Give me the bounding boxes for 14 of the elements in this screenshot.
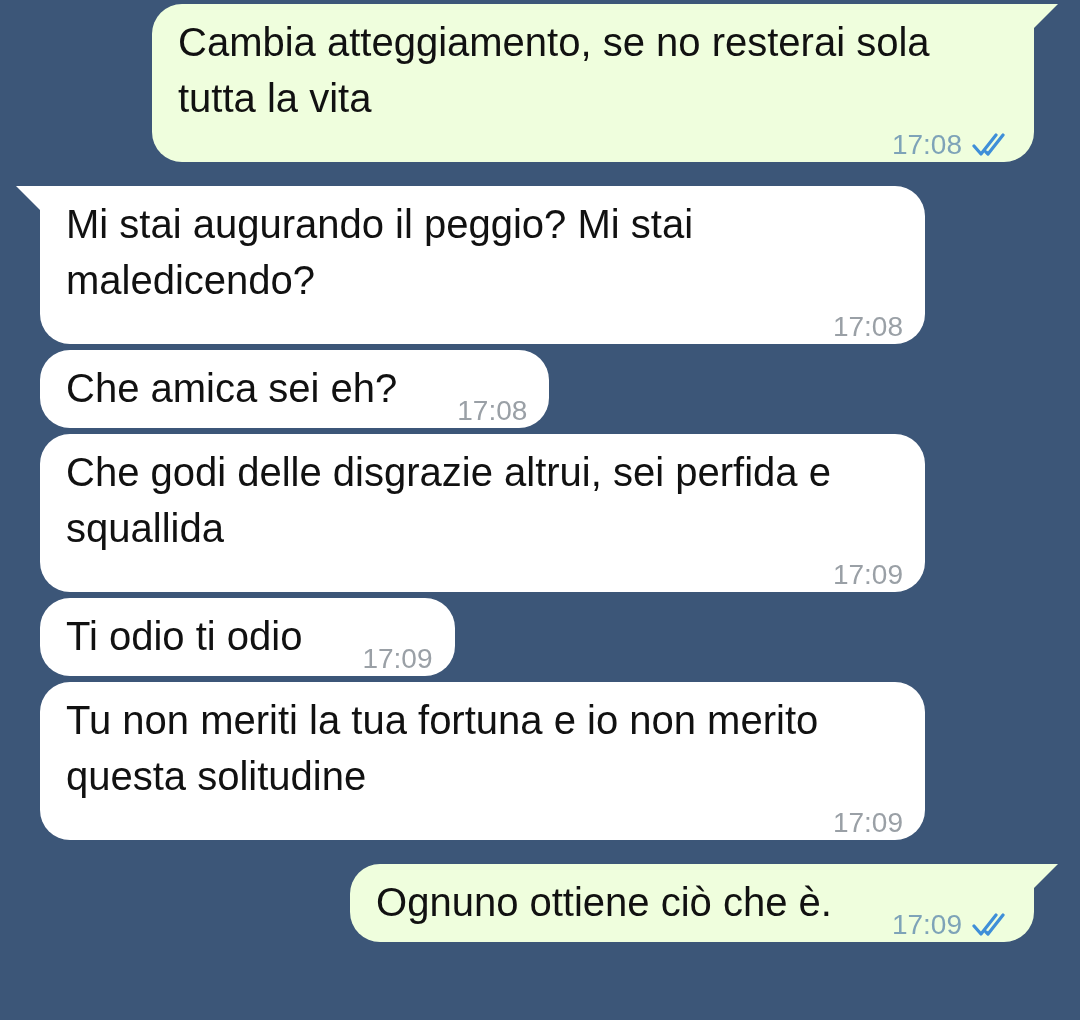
message-time: 17:09: [832, 558, 903, 592]
message-time: 17:08: [832, 310, 903, 344]
message-time: 17:09: [832, 806, 903, 840]
message-text: Che amica sei eh?: [66, 365, 398, 412]
message-text: Che godi delle disgrazie altrui, sei perfida e squallida: [66, 449, 832, 552]
message-text: Mi stai augurando il peggio? Mi stai maledicendo?: [66, 201, 694, 304]
message-time: 17:09: [891, 908, 962, 942]
message-text: Ognuno ottiene ciò che è.: [376, 879, 832, 926]
message-time: 17:08: [457, 394, 528, 428]
message-time: 17:08: [891, 128, 962, 162]
message-text: Ti odio ti odio: [66, 613, 303, 660]
message-text: Tu non meriti la tua fortuna e io non merito questa solitudine: [66, 697, 820, 800]
message-text: Cambia atteggiamento, se no resterai sola tutta la vita: [178, 19, 931, 122]
message-time: 17:09: [362, 642, 433, 676]
